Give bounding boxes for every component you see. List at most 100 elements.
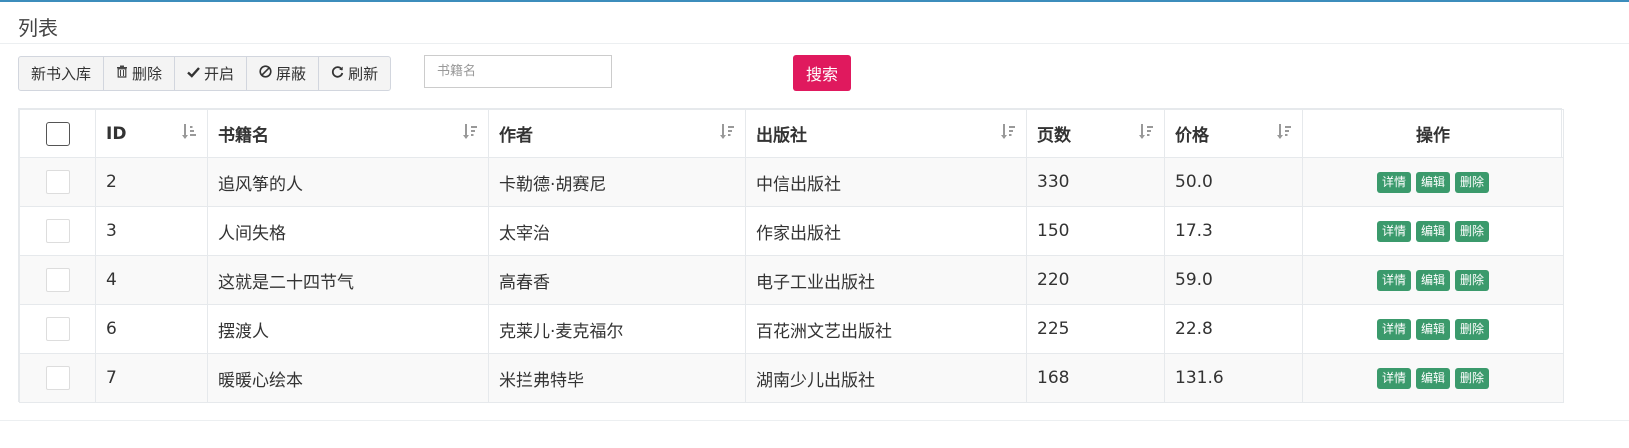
column-label-pages: 页数 <box>1037 126 1071 146</box>
enable-label: 开启 <box>204 65 235 83</box>
sort-icon[interactable] <box>462 123 478 141</box>
cell-pages: 225 <box>1026 304 1165 354</box>
column-header-publisher[interactable]: 出版社 <box>745 109 1027 158</box>
cell-actions: 详情 编辑 删除 <box>1302 255 1564 305</box>
edit-button[interactable]: 编辑 <box>1415 220 1450 242</box>
row-delete-button[interactable]: 删除 <box>1455 220 1490 242</box>
cell-pages: 330 <box>1026 157 1165 207</box>
cell-price: 50.0 <box>1164 157 1303 207</box>
row-checkbox[interactable] <box>45 268 70 292</box>
detail-button[interactable]: 详情 <box>1376 318 1411 340</box>
row-delete-button[interactable]: 删除 <box>1455 269 1490 291</box>
cell-name: 追风筝的人 <box>207 157 489 207</box>
row-delete-button[interactable]: 删除 <box>1455 171 1490 193</box>
cell-pages: 220 <box>1026 255 1165 305</box>
cell-actions: 详情 编辑 删除 <box>1302 304 1564 354</box>
column-label-id: ID <box>106 123 127 144</box>
cell-name: 摆渡人 <box>207 304 489 354</box>
cell-id: 3 <box>95 206 208 256</box>
delete-label: 删除 <box>132 65 163 83</box>
column-header-author[interactable]: 作者 <box>488 109 746 158</box>
row-checkbox[interactable] <box>45 317 70 341</box>
row-checkbox[interactable] <box>45 366 70 390</box>
panel-header: 列表 <box>0 2 1629 44</box>
table-row: 3 人间失格 太宰治 作家出版社 150 17.3 详情 编辑 删除 <box>19 206 1564 256</box>
cell-author: 米拦弗特毕 <box>488 353 746 403</box>
cell-name: 人间失格 <box>207 206 489 256</box>
column-label-actions: 操作 <box>1416 126 1450 146</box>
cell-pages: 150 <box>1026 206 1165 256</box>
column-header-id[interactable]: ID <box>95 109 208 158</box>
toolbar: 新书入库 删除 开启 屏蔽 刷新 <box>18 56 392 91</box>
row-delete-button[interactable]: 删除 <box>1455 318 1490 340</box>
row-select-cell <box>19 304 96 354</box>
row-checkbox[interactable] <box>45 219 70 243</box>
check-icon <box>187 66 200 82</box>
block-button[interactable]: 屏蔽 <box>247 57 320 90</box>
book-table: ID 书籍名 作者 出版社 页数 价格 操作 2 追风筝的人 卡勒德·胡赛尼 中… <box>18 108 1564 403</box>
detail-button[interactable]: 详情 <box>1376 220 1411 242</box>
cell-publisher: 百花洲文艺出版社 <box>745 304 1027 354</box>
cell-id: 2 <box>95 157 208 207</box>
edit-button[interactable]: 编辑 <box>1415 318 1450 340</box>
cell-publisher: 中信出版社 <box>745 157 1027 207</box>
refresh-label: 刷新 <box>348 65 379 83</box>
edit-button[interactable]: 编辑 <box>1415 367 1450 389</box>
sort-icon[interactable] <box>1276 123 1292 141</box>
column-header-pages[interactable]: 页数 <box>1026 109 1165 158</box>
cell-author: 克莱儿·麦克福尔 <box>488 304 746 354</box>
detail-button[interactable]: 详情 <box>1376 367 1411 389</box>
row-select-cell <box>19 353 96 403</box>
sort-icon[interactable] <box>1000 123 1016 141</box>
cell-actions: 详情 编辑 删除 <box>1302 206 1564 256</box>
table-row: 7 暖暖心绘本 米拦弗特毕 湖南少儿出版社 168 131.6 详情 编辑 删除 <box>19 353 1564 403</box>
panel-title: 列表 <box>18 16 58 40</box>
sort-icon[interactable] <box>719 123 735 141</box>
cell-author: 高春香 <box>488 255 746 305</box>
delete-button[interactable]: 删除 <box>104 57 176 90</box>
column-label-publisher: 出版社 <box>756 126 807 146</box>
refresh-icon <box>331 65 344 82</box>
refresh-button[interactable]: 刷新 <box>319 57 390 90</box>
trash-icon <box>116 65 128 82</box>
column-header-price[interactable]: 价格 <box>1164 109 1303 158</box>
ban-icon <box>259 65 272 82</box>
cell-name: 这就是二十四节气 <box>207 255 489 305</box>
column-label-price: 价格 <box>1175 126 1209 146</box>
cell-id: 6 <box>95 304 208 354</box>
cell-author: 卡勒德·胡赛尼 <box>488 157 746 207</box>
cell-id: 4 <box>95 255 208 305</box>
table-row: 2 追风筝的人 卡勒德·胡赛尼 中信出版社 330 50.0 详情 编辑 删除 <box>19 157 1564 207</box>
cell-id: 7 <box>95 353 208 403</box>
cell-price: 59.0 <box>1164 255 1303 305</box>
cell-publisher: 湖南少儿出版社 <box>745 353 1027 403</box>
cell-pages: 168 <box>1026 353 1165 403</box>
row-delete-button[interactable]: 删除 <box>1455 367 1490 389</box>
cell-price: 17.3 <box>1164 206 1303 256</box>
search-button[interactable]: 搜索 <box>793 55 851 91</box>
cell-price: 131.6 <box>1164 353 1303 403</box>
column-header-actions: 操作 <box>1302 109 1564 158</box>
new-book-label: 新书入库 <box>31 65 92 83</box>
sort-icon[interactable] <box>1138 123 1154 141</box>
table-row: 6 摆渡人 克莱儿·麦克福尔 百花洲文艺出版社 225 22.8 详情 编辑 删… <box>19 304 1564 354</box>
cell-price: 22.8 <box>1164 304 1303 354</box>
row-select-cell <box>19 255 96 305</box>
detail-button[interactable]: 详情 <box>1376 171 1411 193</box>
search-input[interactable] <box>424 55 612 88</box>
edit-button[interactable]: 编辑 <box>1415 171 1450 193</box>
select-all-checkbox[interactable] <box>45 121 70 146</box>
cell-publisher: 作家出版社 <box>745 206 1027 256</box>
block-label: 屏蔽 <box>276 65 307 83</box>
column-header-name[interactable]: 书籍名 <box>207 109 489 158</box>
sort-icon[interactable] <box>181 123 197 141</box>
row-checkbox[interactable] <box>45 170 70 194</box>
row-select-cell <box>19 157 96 207</box>
enable-button[interactable]: 开启 <box>175 57 248 90</box>
detail-button[interactable]: 详情 <box>1376 269 1411 291</box>
edit-button[interactable]: 编辑 <box>1415 269 1450 291</box>
cell-publisher: 电子工业出版社 <box>745 255 1027 305</box>
bottom-divider <box>0 420 1629 421</box>
new-book-button[interactable]: 新书入库 <box>19 57 105 90</box>
cell-name: 暖暖心绘本 <box>207 353 489 403</box>
